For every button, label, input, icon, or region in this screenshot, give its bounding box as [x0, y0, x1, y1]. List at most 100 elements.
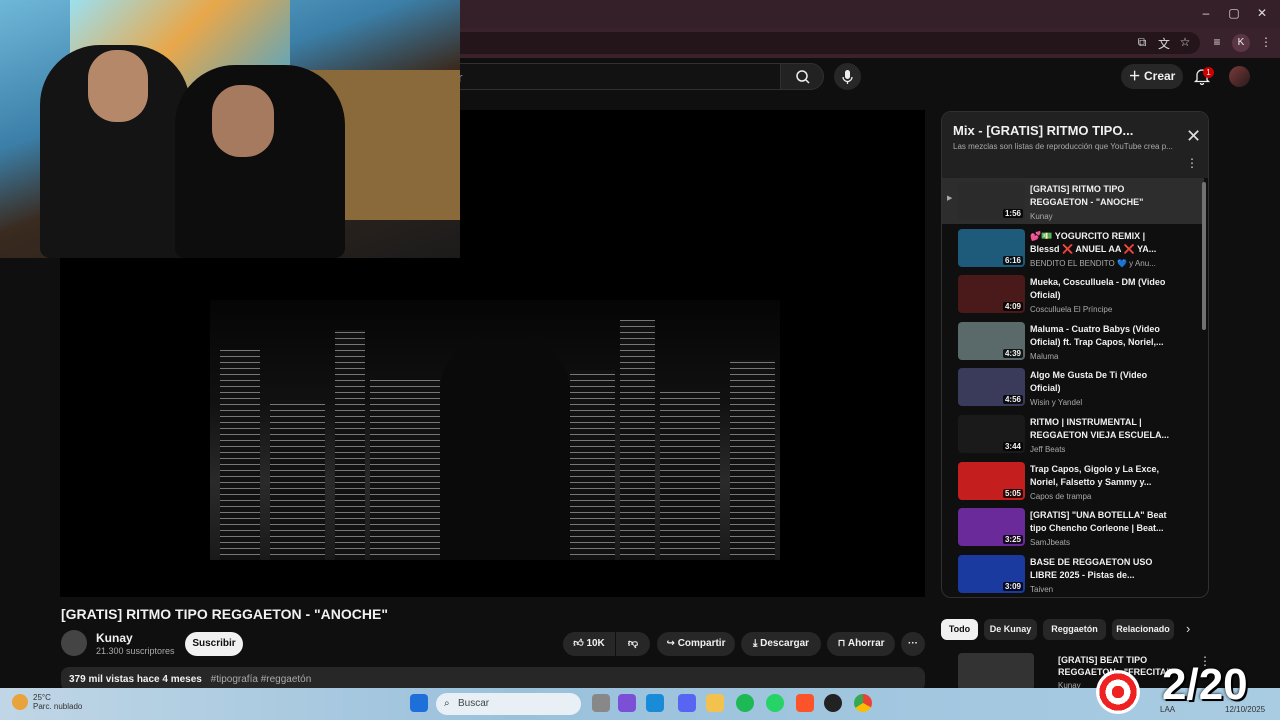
duration-badge: 4:39	[1002, 348, 1023, 358]
playlist-thumbnail[interactable]: 3:25	[958, 508, 1025, 547]
chrome-icon[interactable]	[854, 694, 872, 712]
address-bar[interactable]	[440, 32, 1200, 54]
playlist-thumbnail[interactable]: 4:56	[958, 368, 1025, 407]
playlist-item-title[interactable]: 💕💵 YOGURCITO REMIX | Blessd ❌ ANUEL AA ❌…	[1030, 230, 1170, 256]
save-button[interactable]: ⊓ Ahorrar	[827, 632, 895, 656]
close-window-button[interactable]: ✕	[1252, 6, 1272, 20]
reading-list-icon[interactable]: ≡	[1208, 35, 1226, 51]
webcam-face-right	[212, 85, 274, 157]
playlist-item-title[interactable]: [GRATIS] "UNA BOTELLA" Beat tipo Chencho…	[1030, 509, 1170, 535]
hashtags[interactable]: #tipografía #reggaetón	[211, 674, 312, 685]
dislike-button[interactable]: 👎︎	[616, 632, 650, 656]
overlay-score: 2/20	[1162, 660, 1248, 709]
maximize-button[interactable]: ▢	[1224, 6, 1244, 20]
translate-icon[interactable]: 文	[1155, 35, 1173, 51]
playlist-subtitle: Las mezclas son listas de reproducción q…	[953, 142, 1173, 151]
playlist-thumbnail[interactable]: 1:56	[958, 182, 1025, 220]
duration-badge: 3:25	[1002, 535, 1023, 545]
chip-todo[interactable]: Todo	[941, 619, 978, 640]
webcam-face-left	[88, 50, 148, 122]
copilot-icon[interactable]	[618, 694, 636, 712]
playlist-item-channel: Kunay	[1030, 212, 1053, 221]
duration-badge: 1:56	[1002, 209, 1023, 218]
playlist-item-channel: BENDITO EL BENDITO 💙 y Anu...	[1030, 258, 1156, 268]
edge-icon[interactable]	[646, 694, 664, 712]
duration-badge: 5:05	[1002, 488, 1023, 498]
playlist-item[interactable]: 4:56 Algo Me Gusta De Ti (Video Oficial) W…	[942, 364, 1204, 410]
create-button[interactable]: ＋ Crear	[1121, 64, 1183, 89]
browser-menu-icon[interactable]: ⋮	[1257, 35, 1275, 51]
playlist-item-title[interactable]: BASE DE REGGAETON USO LIBRE 2025 - Pista…	[1030, 556, 1170, 582]
playlist-item-title[interactable]: Maluma - Cuatro Babys (Video Oficial) ft…	[1030, 323, 1170, 349]
next-video-thumbnail[interactable]	[958, 653, 1034, 690]
like-button[interactable]: 👍︎ 10K	[563, 632, 615, 656]
playlist-item[interactable]: ▶ 1:56 [GRATIS] RITMO TIPO REGGAETON - "AN…	[942, 178, 1204, 224]
playlist-item[interactable]: 6:16 💕💵 YOGURCITO REMIX | Blessd ❌ ANUEL …	[942, 225, 1204, 271]
playlist-item-title[interactable]: [GRATIS] RITMO TIPO REGGAETON - "ANOCHE"	[1030, 183, 1170, 209]
playlist-item-channel: Cosculluela El Príncipe	[1030, 305, 1113, 315]
discord-icon[interactable]	[678, 694, 696, 712]
windows-taskbar	[0, 688, 1280, 720]
playlist-item[interactable]: 3:25 [GRATIS] "UNA BOTELLA" Beat tipo Che…	[942, 504, 1204, 550]
taskbar-search[interactable]: Buscar	[436, 693, 581, 715]
brave-icon[interactable]	[796, 694, 814, 712]
more-vert-icon[interactable]: ⋮	[1186, 156, 1198, 170]
download-button[interactable]: ⤓ Descargar	[741, 632, 821, 656]
duration-badge: 4:56	[1002, 395, 1023, 405]
playlist-item-title[interactable]: Algo Me Gusta De Ti (Video Oficial)	[1030, 369, 1170, 395]
now-playing-icon: ▶	[947, 195, 953, 202]
microphone-icon	[842, 70, 853, 84]
playlist-thumbnail[interactable]: 3:09	[958, 554, 1025, 593]
cast-icon[interactable]: ⧉	[1133, 35, 1151, 51]
voice-search-button[interactable]	[834, 63, 861, 90]
channel-avatar[interactable]	[61, 630, 87, 656]
playlist-item[interactable]: 5:05 Trap Capos, Gigolo y La Exce, Noriel…	[942, 458, 1204, 504]
account-avatar[interactable]	[1229, 66, 1250, 87]
chip-de-kunay[interactable]: De Kunay	[984, 619, 1037, 640]
channel-name[interactable]: Kunay	[96, 631, 133, 645]
browser-profile-avatar[interactable]: K	[1232, 34, 1250, 52]
windows-start-icon[interactable]	[410, 694, 428, 712]
whatsapp-icon[interactable]	[766, 694, 784, 712]
notification-badge: 1	[1203, 67, 1214, 78]
duration-badge: 4:09	[1002, 302, 1023, 312]
playlist-item-title[interactable]: Trap Capos, Gigolo y La Exce, Noriel, Fa…	[1030, 463, 1170, 489]
playlist-item[interactable]: 3:44 RITMO | INSTRUMENTAL | REGGAETON VIE…	[942, 411, 1204, 457]
playlist-thumbnail[interactable]: 4:09	[958, 275, 1025, 314]
playlist-item-title[interactable]: RITMO | INSTRUMENTAL | REGGAETON VIEJA E…	[1030, 416, 1170, 442]
thumbs-down-icon: 👎︎	[627, 638, 639, 649]
search-input[interactable]: ar	[440, 63, 780, 90]
chip-relacionado[interactable]: Relacionado	[1112, 619, 1174, 640]
playlist-item-channel: SamJbeats	[1030, 538, 1071, 548]
playlist-item-title[interactable]: Mueka, Cosculluela - DM (Video Oficial)	[1030, 276, 1170, 302]
playlist-item[interactable]: 3:09 BASE DE REGGAETON USO LIBRE 2025 - P…	[942, 551, 1204, 597]
close-icon[interactable]: ✕	[1186, 126, 1201, 147]
video-title: [GRATIS] RITMO TIPO REGGAETON - "ANOCHE"	[61, 606, 388, 622]
chip-reggaeton[interactable]: Reggaetón	[1043, 619, 1106, 640]
task-view-icon[interactable]	[592, 694, 610, 712]
share-button[interactable]: ↪ Compartir	[657, 632, 735, 656]
weather-temp: 25°C	[33, 693, 51, 702]
file-explorer-icon[interactable]	[706, 694, 724, 712]
thumbs-up-icon: 👍︎	[573, 638, 587, 649]
subscribe-button[interactable]: Suscribir	[185, 632, 243, 656]
playlist-thumbnail[interactable]: 4:39	[958, 321, 1025, 360]
playlist-scrollbar[interactable]	[1202, 182, 1206, 330]
playlist-thumbnail[interactable]: 5:05	[958, 461, 1025, 500]
playlist-title[interactable]: Mix - [GRATIS] RITMO TIPO...	[953, 123, 1133, 138]
more-actions-button[interactable]: ···	[901, 632, 925, 656]
search-button[interactable]	[780, 63, 824, 90]
mix-playlist-panel: Mix - [GRATIS] RITMO TIPO... Las mezclas…	[941, 111, 1209, 598]
chevron-right-icon[interactable]: ›	[1186, 621, 1190, 636]
playlist-thumbnail[interactable]: 6:16	[958, 228, 1025, 267]
playlist-item[interactable]: 4:39 Maluma - Cuatro Babys (Video Oficial…	[942, 318, 1204, 364]
obs-icon[interactable]	[824, 694, 842, 712]
minimize-button[interactable]: –	[1196, 6, 1216, 20]
spotify-icon[interactable]	[736, 694, 754, 712]
weather-icon	[12, 694, 28, 710]
bookmark-star-icon[interactable]: ☆	[1176, 35, 1194, 51]
playlist-thumbnail[interactable]: 3:44	[958, 415, 1025, 453]
share-icon: ↪	[666, 638, 678, 649]
weather-widget[interactable]: 25°C Parc. nublado	[33, 693, 82, 711]
playlist-item[interactable]: 4:09 Mueka, Cosculluela - DM (Video Ofici…	[942, 271, 1204, 317]
